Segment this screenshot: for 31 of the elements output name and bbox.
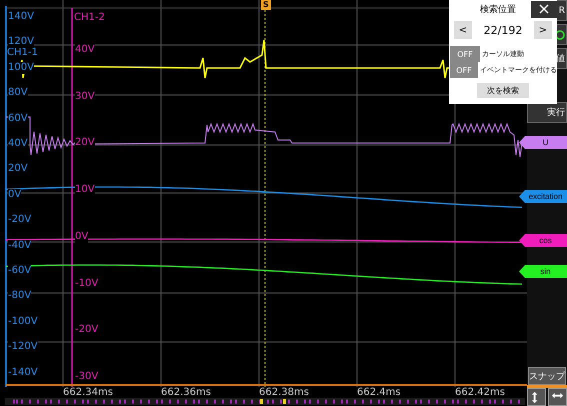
- axis-label: 10V: [75, 184, 95, 196]
- side-button[interactable]: 実行: [527, 102, 567, 123]
- zoom-button[interactable]: [548, 388, 567, 406]
- axis-label: 120V: [8, 36, 34, 48]
- snap-button[interactable]: スナップ: [528, 367, 566, 385]
- toggle-button[interactable]: OFF: [450, 62, 478, 78]
- time-label: 662.36ms: [161, 387, 211, 398]
- channel-tag[interactable]: excitation: [519, 190, 567, 203]
- axis-label: 100V: [8, 62, 34, 74]
- channel-tag[interactable]: U: [519, 136, 567, 149]
- axis-title: CH1-1: [7, 47, 38, 58]
- zoom-button[interactable]: [527, 388, 546, 406]
- close-icon: [539, 4, 549, 14]
- close-button[interactable]: [531, 0, 557, 18]
- scale-indicator-bar: [527, 385, 567, 388]
- popup-title: 検索位置: [479, 4, 517, 16]
- time-label: 662.4ms: [357, 387, 401, 398]
- next-button[interactable]: >: [534, 21, 552, 39]
- time-label: 662.34ms: [63, 387, 113, 398]
- previous-button[interactable]: <: [454, 21, 472, 39]
- circle-icon: [555, 30, 565, 40]
- trigger-marker: S: [261, 0, 271, 10]
- time-label: 662.42ms: [455, 387, 505, 398]
- result-counter: 22/192: [484, 24, 522, 36]
- axis-label: -10V: [75, 278, 98, 290]
- toggle-button[interactable]: OFF: [450, 46, 480, 62]
- channel-tag[interactable]: sin: [519, 265, 567, 278]
- axis-label: 0V: [75, 230, 88, 243]
- time-label: 662.38ms: [259, 387, 309, 398]
- channel-tag[interactable]: cos: [519, 234, 567, 247]
- search-next-button[interactable]: 次を検索: [477, 83, 529, 98]
